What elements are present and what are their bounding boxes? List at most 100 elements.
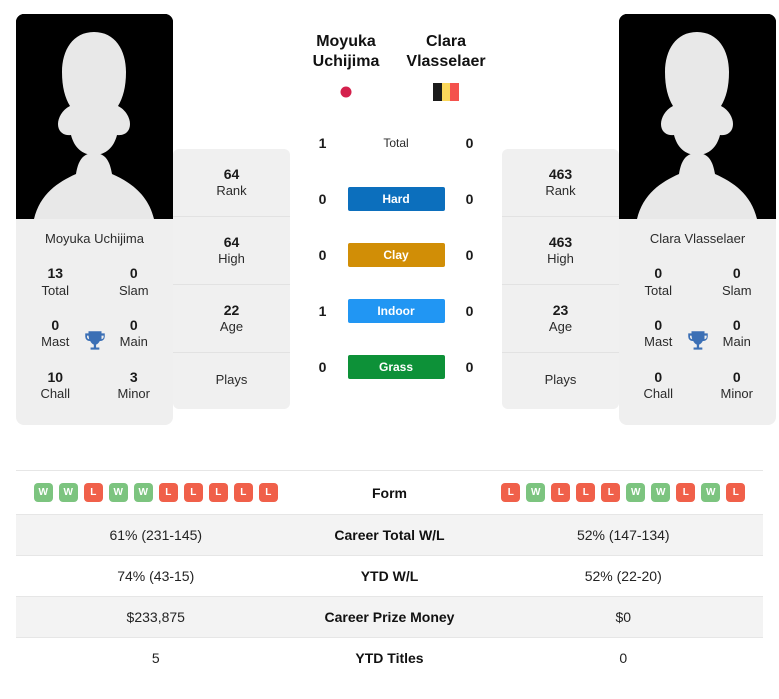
right-rank-row: 463 Rank [502,149,619,218]
right-ytd-titles: 0 [619,650,628,666]
left-titles-chall: 10 Chall [16,360,95,412]
left-player-first-name: Moyuka [316,33,376,50]
right-titles-minor-value: 0 [732,368,741,385]
form-badge[interactable]: L [726,483,746,502]
right-player-name-block[interactable]: Clara Vlasselaer [396,14,496,101]
left-career-total-wl: 61% (231-145) [109,527,203,543]
left-titles-grid: 13 Total 0 Slam 0 Mast 0 Main 10 Chall 3… [16,256,173,425]
right-titles-minor-label: Minor [720,386,753,401]
right-titles-minor: 0 Minor [698,360,777,412]
right-player-card[interactable]: Clara Vlasselaer 0 Total 0 Slam 0 Mast 0… [619,14,777,426]
right-form-cell: LWLLLWWLWL [484,471,764,515]
h2h-clay-left: 0 [318,246,327,263]
left-form-cell: WWLWWLLLLL [16,471,296,515]
player-comparison-page: Moyuka Uchijima 13 Total 0 Slam 0 Mast 0… [0,0,779,699]
left-high-row: 64 High [173,217,290,286]
player-silhouette-icon [16,14,173,219]
right-rank-card[interactable]: 463 Rank 463 High 23 Age Plays [502,149,619,410]
right-player-fullname: Clara Vlasselaer [649,231,746,246]
table-row-career-total-wl: 61% (231-145) Career Total W/L 52% (147-… [16,514,763,556]
left-rank-card[interactable]: 64 Rank 64 High 22 Age Plays [173,149,290,410]
left-rank-value: 64 [223,166,240,182]
h2h-grass-label[interactable]: Grass [347,354,445,379]
left-titles-total-label: Total [41,282,69,298]
left-titles-main-label: Main [119,334,148,350]
right-player-first-name: Clara [425,33,467,50]
japan-flag-icon [333,82,359,101]
left-titles-total-value: 13 [47,265,64,281]
form-row-label: Form [372,484,407,501]
h2h-indoor-label[interactable]: Indoor [347,298,445,323]
left-form-strip: WWLWWLLLLL [20,483,292,502]
right-plays-row: Plays [502,353,619,409]
form-badge[interactable]: L [83,483,103,502]
left-high-label: High [218,251,245,267]
left-player-name-block[interactable]: Moyuka Uchijima [296,14,396,101]
table-row-form: WWLWWLLLLL Form LWLLLWWLWL [16,470,764,515]
h2h-total-label: Total [383,135,409,150]
belgium-flag-icon [433,82,460,101]
form-badge[interactable]: W [701,483,721,502]
left-age-value: 22 [223,302,240,319]
form-badge[interactable]: L [601,483,621,502]
left-career-prize-money: $233,875 [126,609,185,625]
right-age-label: Age [548,319,573,335]
form-badge[interactable]: L [258,483,278,502]
form-badge[interactable]: W [108,483,128,502]
right-titles-slam-label: Slam [721,282,752,298]
left-ytd-wl: 74% (43-15) [117,568,195,584]
left-player-card[interactable]: Moyuka Uchijima 13 Total 0 Slam 0 Mast 0… [16,14,173,426]
h2h-grass-right: 0 [465,358,474,375]
comparison-table-wrap: WWLWWLLLLL Form LWLLLWWLWL 61% (231-145)… [0,470,779,678]
table-row-ytd-wl: 74% (43-15) YTD W/L 52% (22-20) [16,555,763,597]
left-titles-chall-value: 10 [47,368,64,385]
right-titles-chall-value: 0 [654,368,663,385]
left-titles-slam-label: Slam [118,282,149,298]
form-badge[interactable]: W [526,483,546,502]
form-badge[interactable]: L [576,483,596,502]
h2h-hard-right: 0 [465,190,474,207]
left-titles-chall-label: Chall [40,386,71,401]
left-player-fullname: Moyuka Uchijima [45,231,144,246]
form-badge[interactable]: L [158,483,178,502]
h2h-clay-label[interactable]: Clay [347,242,445,267]
form-badge[interactable]: W [626,483,646,502]
h2h-total-line: 1 Total 0 [296,115,496,171]
right-high-value: 463 [548,234,573,251]
form-badge[interactable]: W [58,483,78,502]
left-age-label: Age [219,319,244,335]
right-plays-label: Plays [544,372,577,388]
h2h-hard-left: 0 [318,190,327,207]
right-titles-total-label: Total [644,282,672,298]
left-rank-label: Rank [216,183,247,199]
left-player-photo [16,14,173,219]
left-plays-label: Plays [215,372,248,388]
form-badge[interactable]: L [183,483,203,502]
left-age-row: 22 Age [173,285,290,354]
right-titles-main-value: 0 [732,316,741,333]
right-titles-slam: 0 Slam [698,256,777,308]
right-form-strip: LWLLLWWLWL [488,483,760,502]
form-badge[interactable]: L [676,483,696,502]
comparison-table: WWLWWLLLLL Form LWLLLWWLWL 61% (231-145)… [16,470,763,678]
form-badge[interactable]: L [501,483,521,502]
h2h-hard-label[interactable]: Hard [347,186,445,211]
form-badge[interactable]: L [208,483,228,502]
right-titles-total-value: 0 [654,265,663,281]
left-high-value: 64 [223,234,240,251]
h2h-indoor-right: 0 [465,302,474,319]
table-row-career-prize-money: $233,875 Career Prize Money $0 [16,596,763,638]
h2h-grass-line: 0 Grass 0 [296,339,496,395]
right-titles-chall-label: Chall [643,386,674,401]
form-badge[interactable]: L [233,483,253,502]
head-to-head-column: Moyuka Uchijima Clara Vlasselaer 1 Total… [290,14,502,395]
right-career-prize-money: $0 [615,609,632,625]
right-ytd-wl: 52% (22-20) [584,568,662,584]
right-player-last-name: Vlasselaer [406,53,486,71]
form-badge[interactable]: W [133,483,153,502]
form-badge[interactable]: L [551,483,571,502]
h2h-grass-left: 0 [318,358,327,375]
form-badge[interactable]: W [33,483,53,502]
form-badge[interactable]: W [651,483,671,502]
h2h-total-left: 1 [318,134,327,151]
